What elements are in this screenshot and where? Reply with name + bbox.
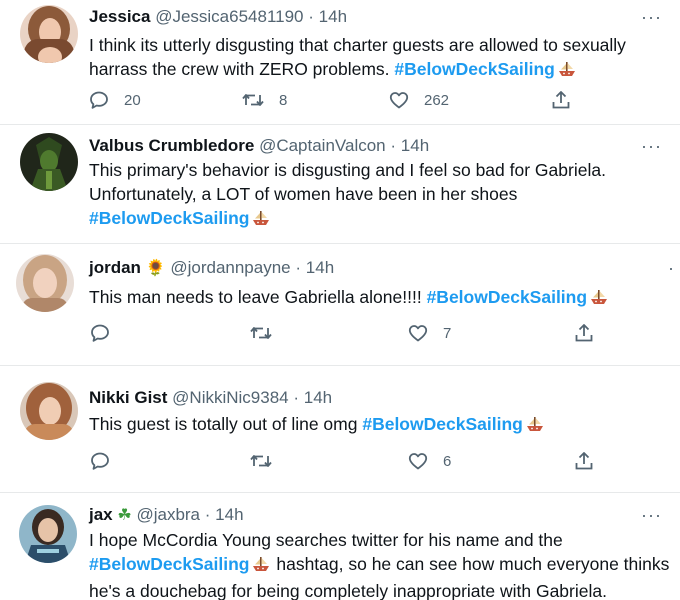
tweet-jessica: Jessica @Jessica65481190 · 14h ··· I thi… [0,0,680,123]
tweet-text: I hope McCordia Young searches twitter f… [89,528,669,600]
shamrock-icon: ☘ [117,507,132,524]
separator-dot: · [293,388,300,407]
user-handle[interactable]: @Jessica65481190 [155,7,303,26]
user-handle[interactable]: @jaxbra [136,505,200,524]
display-name[interactable]: Valbus Crumbledore [89,136,254,155]
reply-button[interactable] [89,322,111,344]
ship-emoji-icon [251,555,271,579]
tweet-jordan: jordan 🌻 @jordannpayne · 14h · This man … [0,244,680,364]
retweet-button[interactable] [249,322,273,344]
display-name[interactable]: Jessica [89,7,150,26]
like-button[interactable]: 6 [407,450,451,472]
tweet-text-line: he's a douchebag for being completely in… [89,581,607,600]
timestamp[interactable]: 14h [401,136,429,155]
separator-dot: · [390,136,397,155]
heart-icon [407,322,429,344]
share-icon [573,322,595,344]
avatar[interactable] [20,382,78,440]
tweet-text-line: This man needs to leave Gabriella alone!… [89,287,422,307]
retweet-button[interactable]: 8 [241,89,287,111]
reply-button[interactable] [89,450,111,472]
tweet-text: This man needs to leave Gabriella alone!… [89,285,609,312]
reply-icon [89,450,111,472]
tweet-text-line: I think its utterly disgusting that char… [89,35,626,55]
more-options-icon[interactable]: · [668,259,675,277]
tweet-header: jax ☘ @jaxbra · 14h [89,504,244,527]
share-icon [550,89,572,111]
reply-icon [89,322,111,344]
display-name[interactable]: Nikki Gist [89,388,167,407]
retweet-count: 8 [279,91,288,109]
hashtag-link[interactable]: #BelowDeckSailing [362,414,522,434]
sunflower-icon: 🌻 [145,260,166,277]
avatar[interactable] [20,133,78,191]
user-handle[interactable]: @NikkiNic9384 [172,388,288,407]
timestamp[interactable]: 14h [306,258,334,277]
avatar[interactable] [16,254,74,312]
tweet-nikki: Nikki Gist @NikkiNic9384 · 14h This gues… [0,366,680,492]
share-button[interactable] [550,89,572,111]
ship-emoji-icon [525,415,545,439]
retweet-icon [241,89,265,111]
heart-icon [407,450,429,472]
hashtag-link[interactable]: #BelowDeckSailing [427,287,587,307]
retweet-icon [249,450,273,472]
display-name[interactable]: jax [89,505,113,524]
tweet-header: Jessica @Jessica65481190 · 14h [89,6,347,28]
like-button[interactable]: 262 [388,89,449,111]
avatar[interactable] [19,505,77,563]
hashtag-link[interactable]: #BelowDeckSailing [89,554,249,574]
more-options-icon[interactable]: ··· [641,8,662,26]
tweet-text: I think its utterly disgusting that char… [89,33,626,84]
timestamp[interactable]: 14h [304,388,332,407]
like-count: 7 [443,324,452,342]
tweet-valbus: Valbus Crumbledore @CaptainValcon · 14h … [0,125,680,242]
tweet-text-line: I hope McCordia Young searches twitter f… [89,530,563,550]
ship-emoji-icon [251,209,271,233]
tweet-text-line: hashtag, so he can see how much everyone… [276,554,670,574]
tweet-actions: 6 [89,450,593,474]
like-count: 6 [443,452,452,470]
timestamp[interactable]: 14h [319,7,347,26]
ship-emoji-icon [557,60,577,84]
like-button[interactable]: 7 [407,322,451,344]
avatar[interactable] [20,5,78,63]
reply-icon [88,89,110,111]
hashtag-link[interactable]: #BelowDeckSailing [394,59,554,79]
user-handle[interactable]: @jordannpayne [170,258,290,277]
heart-icon [388,89,410,111]
user-handle[interactable]: @CaptainValcon [259,136,386,155]
tweet-header: Nikki Gist @NikkiNic9384 · 14h [89,387,332,409]
tweet-actions: 20 8 262 [88,89,578,113]
tweet-header: jordan 🌻 @jordannpayne · 14h [89,257,334,280]
more-options-icon[interactable]: ··· [641,137,662,155]
tweet-text-line: This guest is totally out of line omg [89,414,358,434]
tweet-actions: 7 [89,322,593,346]
tweet-text: This guest is totally out of line omg #B… [89,412,545,439]
tweet-text-line: harrass the crew with ZERO problems. [89,59,390,79]
separator-dot: · [204,505,211,524]
ship-emoji-icon [589,288,609,312]
retweet-icon [249,322,273,344]
tweet-jax: jax ☘ @jaxbra · 14h ··· I hope McCordia … [0,493,680,600]
separator-dot: · [295,258,302,277]
like-count: 262 [424,91,450,109]
tweet-text-line: This primary's behavior is disgusting an… [89,160,606,180]
hashtag-link[interactable]: #BelowDeckSailing [89,208,249,228]
tweet-header: Valbus Crumbledore @CaptainValcon · 14h [89,135,429,157]
more-options-icon[interactable]: ··· [641,506,662,524]
reply-count: 20 [124,91,141,109]
separator-dot: · [308,7,314,26]
reply-button[interactable]: 20 [88,89,141,111]
tweet-text-line: Unfortunately, a LOT of women have been … [89,184,518,204]
retweet-button[interactable] [249,450,273,472]
share-button[interactable] [573,450,595,472]
display-name[interactable]: jordan [89,258,141,277]
share-button[interactable] [573,322,595,344]
share-icon [573,450,595,472]
tweet-text: This primary's behavior is disgusting an… [89,158,606,233]
timestamp[interactable]: 14h [215,505,243,524]
